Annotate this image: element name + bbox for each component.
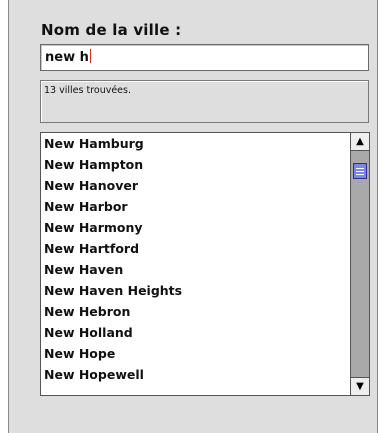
thumb-grip-line <box>356 168 364 169</box>
list-item[interactable]: New Harbor <box>41 196 350 217</box>
results-status-box: 13 villes trouvées. <box>40 80 369 123</box>
list-item[interactable]: New Hamburg <box>41 133 350 154</box>
city-results-list[interactable]: New Hamburg New Hampton New Hanover New Har… <box>40 132 370 396</box>
list-item[interactable]: New Hopewell <box>41 364 350 385</box>
list-item[interactable]: New Haven Heights <box>41 280 350 301</box>
text-caret <box>89 49 91 63</box>
results-items: New Hamburg New Hampton New Hanover New Har… <box>41 133 350 395</box>
list-item[interactable]: New Hanover <box>41 175 350 196</box>
list-item[interactable]: New Haven <box>41 259 350 280</box>
city-search-panel: Nom de la ville : new h 13 villes trouvé… <box>8 0 378 433</box>
search-input-value: new h <box>45 49 91 65</box>
city-name-label: Nom de la ville : <box>41 21 182 39</box>
thumb-grip-line <box>356 174 364 175</box>
arrow-up-icon: ▲ <box>356 136 364 147</box>
city-search-input[interactable]: new h <box>40 44 369 71</box>
list-item[interactable]: New Hope <box>41 343 350 364</box>
list-item[interactable]: New Hebron <box>41 301 350 322</box>
arrow-down-icon: ▼ <box>356 381 364 392</box>
list-item[interactable]: New Harmony <box>41 217 350 238</box>
scroll-down-button[interactable]: ▼ <box>351 377 369 395</box>
list-item[interactable]: New Hampton <box>41 154 350 175</box>
vertical-scrollbar[interactable]: ▲ ▼ <box>350 133 369 395</box>
results-count-text: 13 villes trouvées. <box>44 85 131 96</box>
scroll-thumb[interactable] <box>353 163 367 179</box>
scroll-up-button[interactable]: ▲ <box>351 133 369 151</box>
list-item[interactable]: New Holland <box>41 322 350 343</box>
list-item[interactable]: New Hartford <box>41 238 350 259</box>
thumb-grip-line <box>356 171 364 172</box>
